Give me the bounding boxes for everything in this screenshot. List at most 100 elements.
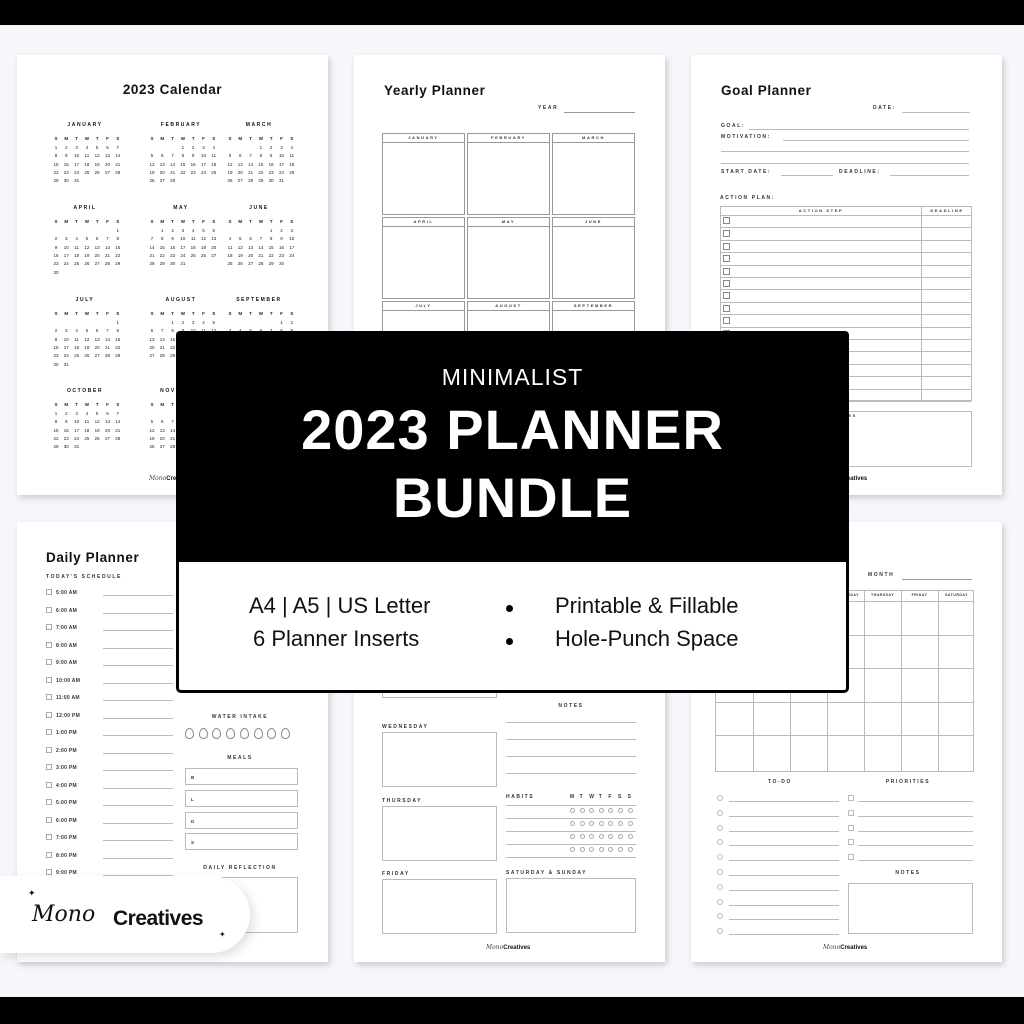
- month-box[interactable]: APRIL: [382, 217, 465, 299]
- todo-line[interactable]: [729, 919, 839, 921]
- priority-line[interactable]: [858, 815, 973, 817]
- priority-checkbox[interactable]: [848, 795, 854, 801]
- habit-circle[interactable]: [598, 821, 604, 826]
- priority-line[interactable]: [858, 801, 973, 802]
- habit-circle[interactable]: [608, 847, 614, 852]
- habit-circle[interactable]: [570, 808, 575, 813]
- water-drop-icon[interactable]: [226, 728, 236, 739]
- priority-checkbox[interactable]: [848, 809, 854, 816]
- checkbox[interactable]: [46, 729, 52, 735]
- checkbox[interactable]: [46, 834, 52, 840]
- habit-circle[interactable]: [598, 808, 604, 813]
- water-drop-icon[interactable]: [253, 728, 263, 739]
- schedule-line[interactable]: [103, 595, 173, 596]
- todo-circle[interactable]: [717, 795, 723, 801]
- todo-line[interactable]: [729, 904, 839, 906]
- habit-circle[interactable]: [589, 834, 595, 839]
- checkbox[interactable]: [46, 659, 52, 665]
- priority-checkbox[interactable]: [848, 824, 854, 831]
- habit-circle[interactable]: [618, 821, 623, 826]
- habit-circle[interactable]: [608, 808, 614, 813]
- checkbox[interactable]: [46, 816, 52, 823]
- todo-line[interactable]: [729, 830, 839, 832]
- notes-line[interactable]: [506, 756, 636, 757]
- checkbox[interactable]: [46, 851, 52, 858]
- habit-circle[interactable]: [608, 821, 614, 826]
- month-box[interactable]: MARCH: [552, 133, 635, 215]
- schedule-line[interactable]: [103, 770, 173, 771]
- todo-circle[interactable]: [717, 883, 723, 890]
- habit-circle[interactable]: [570, 847, 575, 852]
- todo-line[interactable]: [729, 860, 839, 862]
- habit-circle[interactable]: [598, 847, 604, 852]
- checkbox[interactable]: [46, 711, 52, 718]
- schedule-line[interactable]: [103, 805, 173, 806]
- todo-circle[interactable]: [717, 869, 723, 875]
- day-box[interactable]: [382, 879, 497, 934]
- schedule-line[interactable]: [103, 630, 173, 631]
- habit-circle[interactable]: [627, 808, 633, 813]
- water-drop-icon[interactable]: [267, 728, 277, 739]
- meal-box[interactable]: B: [185, 768, 298, 785]
- water-drop-icon[interactable]: [185, 728, 194, 739]
- checkbox[interactable]: [723, 230, 730, 238]
- water-drop-icon[interactable]: [280, 728, 290, 739]
- month-box[interactable]: MAY: [467, 217, 550, 299]
- habit-circle[interactable]: [579, 821, 585, 826]
- priority-line[interactable]: [858, 830, 973, 832]
- habit-circle[interactable]: [618, 808, 623, 813]
- habit-circle[interactable]: [570, 821, 575, 826]
- schedule-line[interactable]: [103, 717, 173, 719]
- habit-circle[interactable]: [579, 847, 585, 852]
- schedule-line[interactable]: [103, 682, 173, 684]
- habit-circle[interactable]: [579, 808, 585, 813]
- todo-circle[interactable]: [717, 809, 723, 816]
- day-box[interactable]: [382, 805, 497, 861]
- water-drop-icon[interactable]: [198, 728, 208, 739]
- schedule-line[interactable]: [103, 857, 173, 859]
- checkbox[interactable]: [46, 589, 52, 595]
- checkbox[interactable]: [723, 255, 730, 263]
- checkbox[interactable]: [46, 764, 52, 770]
- checkbox[interactable]: [723, 242, 730, 250]
- schedule-line[interactable]: [103, 822, 173, 824]
- notes-line[interactable]: [506, 773, 636, 774]
- checkbox[interactable]: [723, 317, 730, 325]
- meal-box[interactable]: D: [185, 811, 298, 829]
- todo-circle[interactable]: [717, 854, 723, 861]
- todo-line[interactable]: [729, 875, 839, 876]
- habit-circle[interactable]: [589, 808, 595, 813]
- schedule-line[interactable]: [103, 840, 173, 841]
- checkbox[interactable]: [46, 746, 52, 753]
- habit-circle[interactable]: [618, 847, 623, 852]
- checkbox[interactable]: [46, 606, 52, 613]
- habit-circle[interactable]: [570, 834, 575, 839]
- schedule-line[interactable]: [103, 665, 173, 666]
- todo-line[interactable]: [729, 934, 839, 936]
- todo-circle[interactable]: [717, 928, 723, 935]
- month-box[interactable]: JANUARY: [382, 133, 465, 215]
- checkbox[interactable]: [723, 217, 730, 224]
- monthly-notes-box[interactable]: [848, 883, 973, 934]
- checkbox[interactable]: [723, 304, 730, 312]
- water-drop-icon[interactable]: [212, 728, 222, 739]
- schedule-line[interactable]: [103, 612, 173, 614]
- checkbox[interactable]: [46, 694, 52, 700]
- checkbox[interactable]: [46, 676, 52, 683]
- schedule-line[interactable]: [103, 700, 173, 701]
- habit-circle[interactable]: [598, 834, 604, 839]
- habit-circle[interactable]: [589, 847, 595, 852]
- priority-checkbox[interactable]: [848, 839, 854, 846]
- schedule-line[interactable]: [103, 752, 173, 754]
- notes-line[interactable]: [506, 739, 636, 740]
- todo-line[interactable]: [729, 801, 839, 802]
- schedule-line[interactable]: [103, 735, 173, 736]
- todo-circle[interactable]: [717, 898, 723, 905]
- month-box[interactable]: FEBRUARY: [467, 133, 550, 215]
- checkbox[interactable]: [46, 624, 52, 630]
- schedule-line[interactable]: [103, 647, 173, 649]
- todo-line[interactable]: [729, 815, 839, 817]
- todo-circle[interactable]: [717, 913, 723, 920]
- checkbox[interactable]: [46, 799, 52, 805]
- priority-line[interactable]: [858, 860, 973, 862]
